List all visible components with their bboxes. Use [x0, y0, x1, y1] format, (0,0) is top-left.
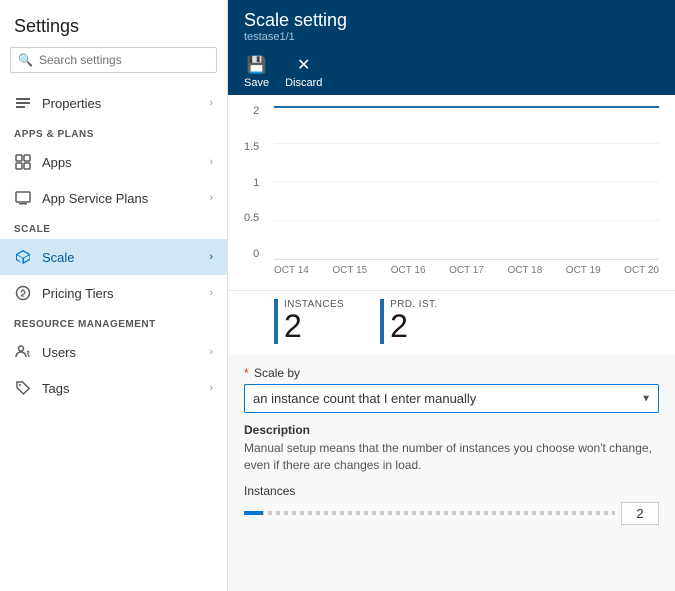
discard-icon: ✕ — [297, 55, 310, 75]
sidebar-item-app-service-plans[interactable]: App Service Plans › — [0, 180, 227, 216]
chart-container: 2 1.5 1 0.5 0 OCT 14 — [274, 105, 659, 280]
y-label-0-5: 0.5 — [244, 212, 259, 224]
metric-prd-ist: PRD. IST. 2 — [380, 299, 438, 344]
x-label-oct14: OCT 14 — [274, 265, 309, 276]
y-label-0: 0 — [253, 248, 259, 260]
x-label-oct20: OCT 20 — [624, 265, 659, 276]
sidebar-item-scale[interactable]: Scale › — [0, 239, 227, 275]
metric-row: INSTANCES 2 PRD. IST. 2 — [228, 291, 675, 354]
scale-by-select-wrapper: an instance count that I enter manually … — [244, 384, 659, 413]
description-text: Manual setup means that the number of in… — [244, 440, 659, 474]
search-icon: 🔍 — [18, 53, 33, 67]
properties-icon — [14, 94, 32, 112]
instances-label: Instances — [244, 484, 659, 498]
sidebar-item-label-tags: Tags — [42, 381, 209, 396]
sidebar-item-tags[interactable]: Tags › — [0, 370, 227, 406]
save-button[interactable]: 💾 Save — [244, 55, 269, 95]
sidebar-item-pricing-tiers[interactable]: Pricing Tiers › — [0, 275, 227, 311]
metric-info-prd: PRD. IST. 2 — [390, 299, 438, 342]
y-label-1: 1 — [253, 177, 259, 189]
y-label-1-5: 1.5 — [244, 141, 259, 153]
metric-value-instances: 2 — [284, 310, 344, 342]
sidebar-item-properties[interactable]: Properties › — [0, 85, 227, 121]
sidebar-item-label-pricing-tiers: Pricing Tiers — [42, 286, 209, 301]
save-icon: 💾 — [247, 55, 267, 75]
x-label-oct17: OCT 17 — [449, 265, 484, 276]
metric-instances: INSTANCES 2 — [274, 299, 344, 344]
search-input[interactable] — [10, 47, 217, 73]
apps-icon — [14, 153, 32, 171]
toolbar: 💾 Save ✕ Discard — [244, 49, 659, 95]
scale-icon — [14, 248, 32, 266]
app-service-plans-icon — [14, 189, 32, 207]
x-label-oct15: OCT 15 — [332, 265, 367, 276]
instances-slider-track — [244, 503, 615, 523]
chart-area: 2 1.5 1 0.5 0 OCT 14 — [228, 95, 675, 291]
chart-x-labels: OCT 14 OCT 15 OCT 16 OCT 17 OCT 18 OCT 1… — [274, 265, 659, 276]
scale-by-select[interactable]: an instance count that I enter manually — [244, 384, 659, 413]
y-label-2: 2 — [253, 105, 259, 117]
save-label: Save — [244, 77, 269, 89]
metric-info-instances: INSTANCES 2 — [284, 299, 344, 342]
sidebar-item-users[interactable]: Users › — [0, 334, 227, 370]
chart-svg — [274, 105, 659, 260]
scale-by-field: * Scale by an instance count that I ente… — [244, 366, 659, 413]
sidebar-item-apps[interactable]: Apps › — [0, 144, 227, 180]
metric-value-prd: 2 — [390, 310, 438, 342]
right-title: Scale setting — [244, 10, 659, 31]
description-title: Description — [244, 423, 659, 437]
instances-section: Instances — [244, 484, 659, 525]
discard-label: Discard — [285, 77, 322, 89]
right-content: 2 1.5 1 0.5 0 OCT 14 — [228, 95, 675, 591]
chevron-right-icon: › — [209, 97, 213, 109]
settings-title: Settings — [0, 0, 227, 47]
search-box: 🔍 — [10, 47, 217, 73]
section-label-resource-management: RESOURCE MANAGEMENT — [0, 311, 227, 334]
right-subtitle: testase1/1 — [244, 31, 659, 43]
users-icon — [14, 343, 32, 361]
scale-by-label: * Scale by — [244, 366, 659, 380]
description-section: Description Manual setup means that the … — [244, 423, 659, 474]
section-label-scale: SCALE — [0, 216, 227, 239]
tags-icon — [14, 379, 32, 397]
sidebar-item-label-properties: Properties — [42, 96, 209, 111]
chevron-right-icon-apps: › — [209, 156, 213, 168]
chevron-right-icon-tags: › — [209, 382, 213, 394]
sidebar-item-label-apps: Apps — [42, 155, 209, 170]
left-panel: Settings 🔍 Properties › APPS & PLANS App… — [0, 0, 228, 591]
required-marker: * — [244, 366, 249, 380]
right-panel: Scale setting testase1/1 💾 Save ✕ Discar… — [228, 0, 675, 591]
right-header: Scale setting testase1/1 💾 Save ✕ Discar… — [228, 0, 675, 95]
instances-input[interactable] — [621, 502, 659, 525]
chevron-right-icon-users: › — [209, 346, 213, 358]
metric-bar-instances — [274, 299, 278, 344]
sidebar-item-label-app-service-plans: App Service Plans — [42, 191, 209, 206]
scale-settings: * Scale by an instance count that I ente… — [228, 354, 675, 537]
sidebar-item-label-users: Users — [42, 345, 209, 360]
chevron-right-icon-pricing: › — [209, 287, 213, 299]
pricing-tiers-icon — [14, 284, 32, 302]
chevron-right-icon-scale: › — [209, 251, 213, 263]
sidebar-item-label-scale: Scale — [42, 250, 209, 265]
section-label-apps-plans: APPS & PLANS — [0, 121, 227, 144]
instances-row — [244, 502, 659, 525]
metric-bar-prd — [380, 299, 384, 344]
x-label-oct16: OCT 16 — [391, 265, 426, 276]
discard-button[interactable]: ✕ Discard — [285, 55, 322, 95]
chart-y-axis: 2 1.5 1 0.5 0 — [244, 105, 263, 260]
scale-by-text: Scale by — [254, 366, 300, 380]
x-label-oct18: OCT 18 — [507, 265, 542, 276]
x-label-oct19: OCT 19 — [566, 265, 601, 276]
chevron-right-icon-asp: › — [209, 192, 213, 204]
